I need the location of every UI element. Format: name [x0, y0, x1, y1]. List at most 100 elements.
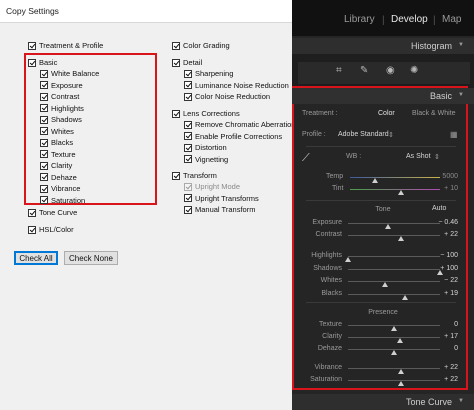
checkbox-box[interactable]: [40, 127, 48, 135]
checkbox-texture[interactable]: Texture: [40, 149, 76, 160]
wb-select[interactable]: As Shot: [406, 153, 431, 160]
checkbox-distortion[interactable]: Distortion: [184, 142, 227, 153]
checkbox-shadows[interactable]: Shadows: [40, 114, 82, 125]
checkbox-box[interactable]: [40, 81, 48, 89]
treatment-color-option[interactable]: Color: [378, 110, 395, 117]
chevron-updown-icon[interactable]: ⇕: [388, 131, 394, 139]
dehaze-value[interactable]: 0: [428, 345, 458, 352]
collapse-triangle-icon[interactable]: ▼: [458, 92, 464, 98]
checkbox-box[interactable]: [184, 205, 192, 214]
module-tab-map[interactable]: Map: [442, 14, 461, 25]
checkbox-luminance-noise-reduction[interactable]: Luminance Noise Reduction: [184, 80, 289, 91]
collapse-triangle-icon[interactable]: ▼: [458, 42, 464, 48]
profile-select[interactable]: Adobe Standard: [338, 131, 389, 138]
checkbox-dehaze[interactable]: Dehaze: [40, 172, 77, 183]
temp-knob[interactable]: [372, 178, 378, 183]
clarity-value[interactable]: + 17: [428, 333, 458, 340]
whites-knob[interactable]: [381, 282, 388, 287]
checkbox-box[interactable]: [28, 208, 36, 217]
check-none-button[interactable]: Check None: [64, 251, 118, 265]
checkbox-box[interactable]: [28, 41, 36, 50]
checkbox-box[interactable]: [172, 171, 180, 180]
tone-curve-header[interactable]: Tone Curve ▼: [292, 394, 474, 410]
checkbox-color-noise-reduction[interactable]: Color Noise Reduction: [184, 91, 270, 102]
check-all-button[interactable]: Check All: [14, 251, 58, 265]
exposure-value[interactable]: − 0.46: [428, 219, 458, 226]
temp-track[interactable]: [350, 177, 440, 178]
checkbox-exposure[interactable]: Exposure: [40, 80, 83, 91]
shadows-track[interactable]: [348, 268, 440, 270]
collapse-triangle-icon[interactable]: ▼: [458, 398, 464, 404]
checkbox-tone-curve[interactable]: Tone Curve: [28, 207, 77, 218]
exposure-knob[interactable]: [385, 224, 392, 229]
shadows-value[interactable]: + 100: [428, 265, 458, 272]
checkbox-box[interactable]: [184, 81, 192, 89]
blacks-track[interactable]: [348, 293, 440, 295]
treatment-bw-option[interactable]: Black & White: [412, 110, 456, 117]
checkbox-box[interactable]: [40, 173, 48, 181]
checkbox-whites[interactable]: Whites: [40, 126, 74, 137]
checkbox-upright-transforms[interactable]: Upright Transforms: [184, 193, 259, 204]
checkbox-box[interactable]: [40, 69, 48, 78]
saturation-knob[interactable]: [398, 381, 405, 386]
checkbox-hsl-color[interactable]: HSL/Color: [28, 224, 74, 235]
whites-value[interactable]: − 22: [428, 277, 458, 284]
tint-track[interactable]: [350, 189, 440, 190]
basic-header[interactable]: Basic ▼: [292, 88, 474, 104]
vibrance-track[interactable]: [348, 368, 440, 369]
whites-track[interactable]: [348, 281, 440, 282]
checkbox-box[interactable]: [40, 104, 48, 112]
checkbox-box[interactable]: [40, 92, 48, 101]
checkbox-box[interactable]: [184, 143, 192, 152]
checkbox-box[interactable]: [40, 184, 48, 193]
highlights-knob[interactable]: [345, 257, 351, 262]
checkbox-contrast[interactable]: Contrast: [40, 91, 79, 102]
checkbox-remove-chromatic-aberration[interactable]: Remove Chromatic Aberration: [184, 119, 295, 130]
redeye-icon[interactable]: ◉: [386, 65, 395, 76]
checkbox-box[interactable]: [40, 150, 48, 158]
checkbox-box[interactable]: [184, 194, 192, 202]
checkbox-box[interactable]: [40, 161, 48, 170]
vibrance-value[interactable]: + 22: [428, 364, 458, 371]
profile-browser-icon[interactable]: ▦: [450, 130, 458, 139]
contrast-knob[interactable]: [398, 236, 405, 241]
vibrance-knob[interactable]: [398, 369, 405, 374]
dehaze-knob[interactable]: [391, 350, 397, 355]
auto-button[interactable]: Auto: [432, 205, 446, 212]
tint-value[interactable]: + 10: [428, 185, 458, 192]
highlights-value[interactable]: − 100: [428, 252, 458, 259]
checkbox-vibrance[interactable]: Vibrance: [40, 183, 80, 194]
temp-value[interactable]: 5000: [428, 173, 458, 180]
blacks-knob[interactable]: [402, 294, 409, 300]
checkbox-box[interactable]: [172, 58, 180, 67]
checkbox-color-grading[interactable]: Color Grading: [172, 40, 230, 51]
saturation-track[interactable]: [348, 380, 440, 381]
tint-knob[interactable]: [398, 190, 404, 195]
checkbox-box[interactable]: [28, 58, 36, 67]
checkbox-lens-corrections[interactable]: Lens Corrections: [172, 108, 240, 119]
checkbox-box[interactable]: [40, 115, 48, 124]
checkbox-box[interactable]: [28, 225, 36, 234]
checkbox-treatment-profile[interactable]: Treatment & Profile: [28, 40, 103, 51]
histogram-header[interactable]: Histogram ▼: [292, 38, 474, 54]
blacks-value[interactable]: + 19: [428, 290, 458, 297]
checkbox-enable-profile-corrections[interactable]: Enable Profile Corrections: [184, 131, 282, 142]
brush-icon[interactable]: ✎: [360, 65, 368, 76]
checkbox-box[interactable]: [184, 132, 192, 140]
module-tab-develop[interactable]: Develop: [391, 14, 428, 25]
clarity-track[interactable]: [348, 337, 440, 338]
exposure-track[interactable]: [348, 223, 440, 224]
checkbox-box[interactable]: [40, 138, 48, 147]
chevron-updown-icon[interactable]: ⇕: [434, 153, 440, 161]
contrast-value[interactable]: + 22: [428, 231, 458, 238]
module-tab-library[interactable]: Library: [344, 14, 375, 25]
checkbox-detail[interactable]: Detail: [172, 57, 202, 68]
checkbox-sharpening[interactable]: Sharpening: [184, 68, 233, 79]
checkbox-box[interactable]: [172, 41, 180, 50]
checkbox-box[interactable]: [184, 69, 192, 78]
checkbox-transform[interactable]: Transform: [172, 170, 217, 181]
checkbox-box[interactable]: [184, 120, 192, 129]
checkbox-box[interactable]: [40, 196, 48, 204]
mask-icon[interactable]: ✺: [410, 65, 418, 76]
checkbox-blacks[interactable]: Blacks: [40, 137, 73, 148]
